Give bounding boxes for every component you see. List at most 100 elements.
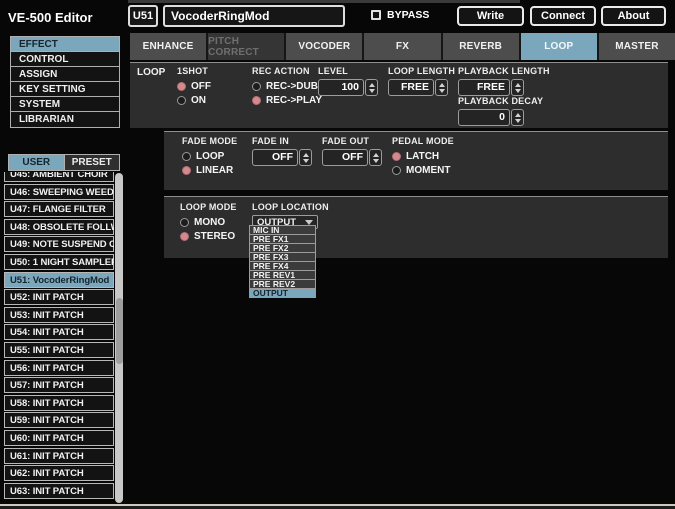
list-item-u45[interactable]: U45: AMBIENT CHOIR [4, 172, 114, 182]
tab-vocoder[interactable]: VOCODER [286, 33, 363, 60]
write-button[interactable]: Write [457, 6, 524, 26]
increment-arrow-icon[interactable] [368, 82, 375, 87]
increment-arrow-icon[interactable] [372, 152, 379, 157]
radio-unselected-icon[interactable] [180, 217, 189, 227]
radio-option-off[interactable]: OFF [177, 79, 211, 93]
dropdown-option-output[interactable]: OUTPUT [249, 288, 316, 298]
decrement-arrow-icon[interactable] [514, 118, 521, 123]
fade-in-value[interactable]: OFF [252, 149, 298, 166]
list-item-u52[interactable]: U52: INIT PATCH [4, 289, 114, 306]
increment-arrow-icon[interactable] [438, 82, 445, 87]
sidebar-item-key-setting[interactable]: KEY SETTING [11, 82, 119, 97]
radio-unselected-icon[interactable] [392, 165, 401, 175]
radio-option-stereo[interactable]: STEREO [180, 229, 237, 243]
loop-location-label: LOOP LOCATION [252, 202, 329, 212]
scrollbar-thumb[interactable] [115, 298, 123, 364]
list-item-u63[interactable]: U63: INIT PATCH [4, 482, 114, 499]
list-item-u56[interactable]: U56: INIT PATCH [4, 359, 114, 376]
list-item-u55[interactable]: U55: INIT PATCH [4, 341, 114, 358]
sidebar-item-control[interactable]: CONTROL [11, 52, 119, 67]
level-spinner[interactable]: 100 [318, 79, 378, 96]
playback-decay-value[interactable]: 0 [458, 109, 510, 126]
radio-option-rec-play[interactable]: REC->PLAY [252, 93, 322, 107]
list-item-u49[interactable]: U49: NOTE SUSPEND C [4, 236, 114, 253]
increment-arrow-icon[interactable] [302, 152, 309, 157]
bank-tab-user[interactable]: USER [9, 155, 64, 170]
tab-fx[interactable]: FX [364, 33, 441, 60]
sidebar-item-system[interactable]: SYSTEM [11, 97, 119, 112]
playback-length-spinner[interactable]: FREE [458, 79, 550, 96]
tab-pitch-correct[interactable]: PITCH CORRECT [208, 33, 285, 60]
decrement-arrow-icon[interactable] [302, 158, 309, 163]
sidebar-item-assign[interactable]: ASSIGN [11, 67, 119, 82]
fade-in-spinner[interactable]: OFF [252, 149, 312, 166]
radio-option-on[interactable]: ON [177, 93, 211, 107]
tab-reverb[interactable]: REVERB [442, 33, 519, 60]
decrement-arrow-icon[interactable] [438, 88, 445, 93]
loop-location-dropdown-menu: MIC IN PRE FX1 PRE FX2 PRE FX3 PRE FX4 PRE RE… [249, 225, 316, 298]
radio-selected-icon[interactable] [182, 165, 191, 175]
radio-option-latch[interactable]: LATCH [392, 149, 454, 163]
list-item-u51[interactable]: U51: VocoderRingMod [4, 271, 114, 288]
tab-master[interactable]: MASTER [598, 33, 675, 60]
fade-out-field: FADE OUT OFF [322, 136, 382, 166]
radio-option-loop[interactable]: LOOP [182, 149, 237, 163]
list-item-u61[interactable]: U61: INIT PATCH [4, 447, 114, 464]
radio-option-label: MONO [194, 216, 226, 228]
playback-length-value[interactable]: FREE [458, 79, 510, 96]
radio-option-mono[interactable]: MONO [180, 215, 237, 229]
bypass-checkbox[interactable] [371, 10, 381, 20]
tab-enhance[interactable]: ENHANCE [130, 33, 207, 60]
patch-list-scrollbar[interactable] [115, 173, 123, 503]
radio-option-moment[interactable]: MOMENT [392, 163, 454, 177]
radio-option-label: ON [191, 94, 206, 106]
fade-out-spinner[interactable]: OFF [322, 149, 382, 166]
connect-button[interactable]: Connect [530, 6, 596, 26]
playback-decay-label: PLAYBACK DECAY [458, 96, 544, 106]
list-item-u46[interactable]: U46: SWEEPING WEED [4, 183, 114, 200]
loop-settings-panel: LOOP 1SHOT OFF ON REC ACTION REC->DUB REC-… [130, 62, 668, 128]
bypass-label: BYPASS [387, 9, 430, 21]
loop-mode-label: LOOP MODE [180, 202, 237, 212]
patch-name-field[interactable]: VocoderRingMod [163, 5, 345, 27]
sidebar-item-librarian[interactable]: LIBRARIAN [11, 112, 119, 127]
bank-tab-preset[interactable]: PRESET [63, 155, 120, 170]
tab-loop[interactable]: LOOP [520, 33, 597, 60]
fade-out-value[interactable]: OFF [322, 149, 368, 166]
decrement-arrow-icon[interactable] [372, 158, 379, 163]
bypass-control[interactable]: BYPASS [371, 9, 429, 21]
loop-length-value[interactable]: FREE [388, 79, 434, 96]
list-item-u59[interactable]: U59: INIT PATCH [4, 412, 114, 429]
level-spinner-arrows [365, 79, 378, 96]
list-item-u53[interactable]: U53: INIT PATCH [4, 306, 114, 323]
list-item-u57[interactable]: U57: INIT PATCH [4, 377, 114, 394]
increment-arrow-icon[interactable] [514, 112, 521, 117]
increment-arrow-icon[interactable] [514, 82, 521, 87]
list-item-u62[interactable]: U62: INIT PATCH [4, 465, 114, 482]
list-item-u60[interactable]: U60: INIT PATCH [4, 429, 114, 446]
decrement-arrow-icon[interactable] [368, 88, 375, 93]
app-title: VE-500 Editor [8, 10, 93, 25]
rec-action-label: REC ACTION [252, 66, 310, 76]
sidebar-item-effect[interactable]: EFFECT [11, 37, 119, 52]
decrement-arrow-icon[interactable] [514, 88, 521, 93]
loop-length-spinner[interactable]: FREE [388, 79, 455, 96]
radio-unselected-icon[interactable] [177, 95, 186, 105]
list-item-u50[interactable]: U50: 1 NIGHT SAMPLER [4, 253, 114, 270]
radio-option-rec-dub[interactable]: REC->DUB [252, 79, 322, 93]
radio-option-linear[interactable]: LINEAR [182, 163, 237, 177]
playback-decay-spinner[interactable]: 0 [458, 109, 543, 126]
radio-selected-icon[interactable] [252, 95, 261, 105]
radio-unselected-icon[interactable] [182, 151, 191, 161]
radio-selected-icon[interactable] [392, 151, 401, 161]
level-value[interactable]: 100 [318, 79, 364, 96]
list-item-u58[interactable]: U58: INIT PATCH [4, 394, 114, 411]
list-item-u54[interactable]: U54: INIT PATCH [4, 324, 114, 341]
radio-selected-icon[interactable] [177, 81, 186, 91]
list-item-u47[interactable]: U47: FLANGE FILTER [4, 201, 114, 218]
radio-unselected-icon[interactable] [252, 81, 261, 91]
effect-tab-bar: ENHANCE PITCH CORRECT VOCODER FX REVERB LOOP M… [130, 33, 675, 60]
about-button[interactable]: About [601, 6, 666, 26]
radio-selected-icon[interactable] [180, 231, 189, 241]
list-item-u48[interactable]: U48: OBSOLETE FOLLWER [4, 218, 114, 235]
